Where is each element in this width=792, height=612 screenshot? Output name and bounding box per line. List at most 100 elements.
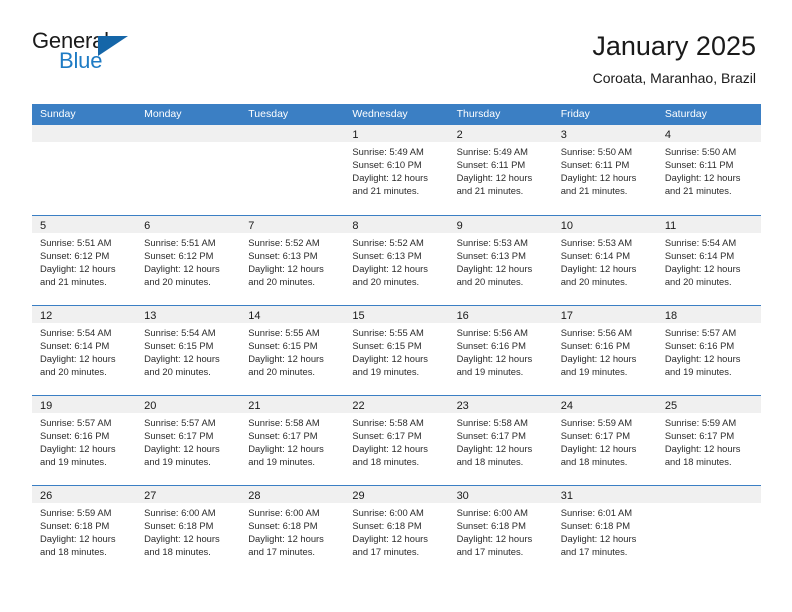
sun-info-line: Sunset: 6:13 PM xyxy=(248,250,318,261)
day-number: 3 xyxy=(560,129,567,141)
day-number: 4 xyxy=(664,129,671,141)
day-number-bar: 31 xyxy=(552,486,657,503)
calendar-day-cell[interactable]: 28 Sunrise: 6:00 AM Sunset: 6:18 PM Dayligh… xyxy=(240,486,345,575)
calendar-day-cell[interactable]: 9 Sunrise: 5:53 AM Sunset: 6:13 PM Daylight… xyxy=(448,216,553,305)
calendar-day-cell[interactable]: 11 Sunrise: 5:54 AM Sunset: 6:14 PM Dayligh… xyxy=(656,216,761,305)
sun-info-line: Sunset: 6:18 PM xyxy=(456,520,526,531)
calendar-day-cell[interactable]: 18 Sunrise: 5:57 AM Sunset: 6:16 PM Dayligh… xyxy=(656,306,761,395)
sun-info-line: Sunrise: 5:50 AM xyxy=(664,146,737,157)
day-number-bar: 12 xyxy=(32,306,137,323)
calendar-day-cell[interactable]: 13 Sunrise: 5:54 AM Sunset: 6:15 PM Dayligh… xyxy=(136,306,241,395)
day-number-bar: 29 xyxy=(344,486,449,503)
page-subtitle: Coroata, Maranhao, Brazil xyxy=(592,70,756,86)
calendar-day-cell[interactable]: 21 Sunrise: 5:58 AM Sunset: 6:17 PM Dayligh… xyxy=(240,396,345,485)
sun-info-line: Daylight: 12 hours xyxy=(352,533,428,544)
day-number: 13 xyxy=(144,310,157,322)
brand-triangle-icon xyxy=(98,36,128,56)
calendar-day-cell[interactable]: 24 Sunrise: 5:59 AM Sunset: 6:17 PM Dayligh… xyxy=(552,396,657,485)
sun-info-line: and 18 minutes. xyxy=(560,456,628,467)
calendar-weeks: 1 Sunrise: 5:49 AM Sunset: 6:10 PM Daylight… xyxy=(32,125,761,575)
sun-info-line: and 19 minutes. xyxy=(352,366,420,377)
calendar-day-cell[interactable]: 14 Sunrise: 5:55 AM Sunset: 6:15 PM Dayligh… xyxy=(240,306,345,395)
calendar-day-cell[interactable]: 7 Sunrise: 5:52 AM Sunset: 6:13 PM Daylight… xyxy=(240,216,345,305)
sun-info-block: Sunrise: 5:59 AM Sunset: 6:18 PM Daylight:… xyxy=(32,503,136,558)
calendar-day-cell[interactable]: 30 Sunrise: 6:00 AM Sunset: 6:18 PM Dayligh… xyxy=(448,486,553,575)
day-number-bar: 18 xyxy=(656,306,761,323)
sun-info-line: and 20 minutes. xyxy=(144,276,211,287)
sun-info-line: Sunrise: 5:58 AM xyxy=(456,417,528,428)
day-number-bar: 15 xyxy=(344,306,449,323)
calendar-day-cell[interactable]: 16 Sunrise: 5:56 AM Sunset: 6:16 PM Dayligh… xyxy=(448,306,553,395)
sun-info-line: Sunrise: 5:54 AM xyxy=(144,327,216,338)
day-number: 21 xyxy=(248,400,261,412)
sun-info-block: Sunrise: 5:56 AM Sunset: 6:16 PM Daylight:… xyxy=(449,323,553,378)
calendar-week-row: 5 Sunrise: 5:51 AM Sunset: 6:12 PM Daylight… xyxy=(32,215,761,305)
sun-info-line: Sunset: 6:11 PM xyxy=(456,159,526,170)
calendar-day-cell[interactable]: 10 Sunrise: 5:53 AM Sunset: 6:14 PM Dayligh… xyxy=(552,216,657,305)
day-number-bar: 8 xyxy=(344,216,449,233)
weekday-header-wednesday: Wednesday xyxy=(352,108,408,120)
sun-info-line: and 19 minutes. xyxy=(664,366,732,377)
day-number-bar xyxy=(656,486,761,503)
sun-info-line: Daylight: 12 hours xyxy=(664,172,741,183)
calendar-day-cell[interactable]: 22 Sunrise: 5:58 AM Sunset: 6:17 PM Dayligh… xyxy=(344,396,449,485)
calendar-day-cell[interactable]: 27 Sunrise: 6:00 AM Sunset: 6:18 PM Dayligh… xyxy=(136,486,241,575)
day-number-bar: 25 xyxy=(656,396,761,413)
sun-info-line: Daylight: 12 hours xyxy=(664,443,741,454)
calendar-day-cell[interactable]: 31 Sunrise: 6:01 AM Sunset: 6:18 PM Dayligh… xyxy=(552,486,657,575)
calendar-day-cell[interactable]: 6 Sunrise: 5:51 AM Sunset: 6:12 PM Daylight… xyxy=(136,216,241,305)
day-number: 2 xyxy=(456,129,463,141)
sun-info-line: Sunset: 6:17 PM xyxy=(456,430,526,441)
sun-info-line: Sunset: 6:18 PM xyxy=(352,520,422,531)
calendar-day-cell[interactable]: 5 Sunrise: 5:51 AM Sunset: 6:12 PM Daylight… xyxy=(32,216,137,305)
sun-info-block: Sunrise: 5:53 AM Sunset: 6:14 PM Daylight:… xyxy=(553,233,657,288)
brand-logo[interactable]: General Blue xyxy=(32,28,144,76)
day-number-bar: 23 xyxy=(448,396,553,413)
calendar-day-cell[interactable]: 4 Sunrise: 5:50 AM Sunset: 6:11 PM Daylight… xyxy=(656,125,761,215)
sun-info-line: Sunset: 6:17 PM xyxy=(352,430,422,441)
day-number: 9 xyxy=(456,220,463,232)
sun-info-block: Sunrise: 5:58 AM Sunset: 6:17 PM Daylight:… xyxy=(240,413,344,468)
calendar-day-cell[interactable]: 23 Sunrise: 5:58 AM Sunset: 6:17 PM Dayligh… xyxy=(448,396,553,485)
sun-info-line: Sunset: 6:14 PM xyxy=(560,250,631,261)
calendar-day-cell[interactable]: 12 Sunrise: 5:54 AM Sunset: 6:14 PM Dayligh… xyxy=(32,306,137,395)
day-number: 11 xyxy=(664,220,677,232)
sun-info-line: Daylight: 12 hours xyxy=(248,443,324,454)
sun-info-line: Daylight: 12 hours xyxy=(40,353,116,364)
weekday-header-monday: Monday xyxy=(144,108,182,120)
sun-info-line: Sunrise: 5:53 AM xyxy=(560,237,633,248)
day-number: 14 xyxy=(248,310,261,322)
calendar-day-cell[interactable]: 8 Sunrise: 5:52 AM Sunset: 6:13 PM Daylight… xyxy=(344,216,449,305)
calendar-day-cell[interactable]: 26 Sunrise: 5:59 AM Sunset: 6:18 PM Dayligh… xyxy=(32,486,137,575)
calendar-day-cell[interactable]: 2 Sunrise: 5:49 AM Sunset: 6:11 PM Daylight… xyxy=(448,125,553,215)
sun-info-line: Sunset: 6:15 PM xyxy=(144,340,214,351)
sun-info-line: Daylight: 12 hours xyxy=(664,263,741,274)
sun-info-line: Sunrise: 5:56 AM xyxy=(456,327,528,338)
sun-info-line: Daylight: 12 hours xyxy=(248,353,324,364)
calendar-day-cell-empty xyxy=(656,486,761,575)
sun-info-line: and 17 minutes. xyxy=(560,546,628,557)
calendar-day-cell[interactable]: 3 Sunrise: 5:50 AM Sunset: 6:11 PM Daylight… xyxy=(552,125,657,215)
sun-info-block: Sunrise: 5:54 AM Sunset: 6:14 PM Daylight:… xyxy=(32,323,136,378)
sun-info-line: Daylight: 12 hours xyxy=(560,263,637,274)
calendar-day-cell[interactable]: 19 Sunrise: 5:57 AM Sunset: 6:16 PM Dayligh… xyxy=(32,396,137,485)
brand-name-blue: Blue xyxy=(59,48,103,73)
sun-info-block: Sunrise: 5:56 AM Sunset: 6:16 PM Daylight:… xyxy=(553,323,657,378)
day-number-bar: 21 xyxy=(240,396,345,413)
weekday-header-saturday: Saturday xyxy=(664,108,707,120)
calendar-day-cell[interactable]: 29 Sunrise: 6:00 AM Sunset: 6:18 PM Dayligh… xyxy=(344,486,449,575)
day-number: 18 xyxy=(664,310,678,322)
sun-info-block: Sunrise: 6:00 AM Sunset: 6:18 PM Daylight:… xyxy=(344,503,448,558)
sun-info-line: Sunset: 6:18 PM xyxy=(144,520,214,531)
sun-info-line: and 19 minutes. xyxy=(40,456,107,467)
calendar-day-cell[interactable]: 15 Sunrise: 5:55 AM Sunset: 6:15 PM Dayligh… xyxy=(344,306,449,395)
calendar-day-cell[interactable]: 17 Sunrise: 5:56 AM Sunset: 6:16 PM Dayligh… xyxy=(552,306,657,395)
sun-info-line: Sunset: 6:16 PM xyxy=(40,430,110,441)
calendar-day-cell[interactable]: 1 Sunrise: 5:49 AM Sunset: 6:10 PM Daylight… xyxy=(344,125,449,215)
calendar-day-cell[interactable]: 20 Sunrise: 5:57 AM Sunset: 6:17 PM Dayligh… xyxy=(136,396,241,485)
sun-info-line: and 20 minutes. xyxy=(664,276,732,287)
calendar-day-cell[interactable]: 25 Sunrise: 5:59 AM Sunset: 6:17 PM Dayligh… xyxy=(656,396,761,485)
day-number: 23 xyxy=(456,400,469,412)
sun-info-line: Sunset: 6:18 PM xyxy=(40,520,110,531)
day-number-bar: 22 xyxy=(344,396,449,413)
